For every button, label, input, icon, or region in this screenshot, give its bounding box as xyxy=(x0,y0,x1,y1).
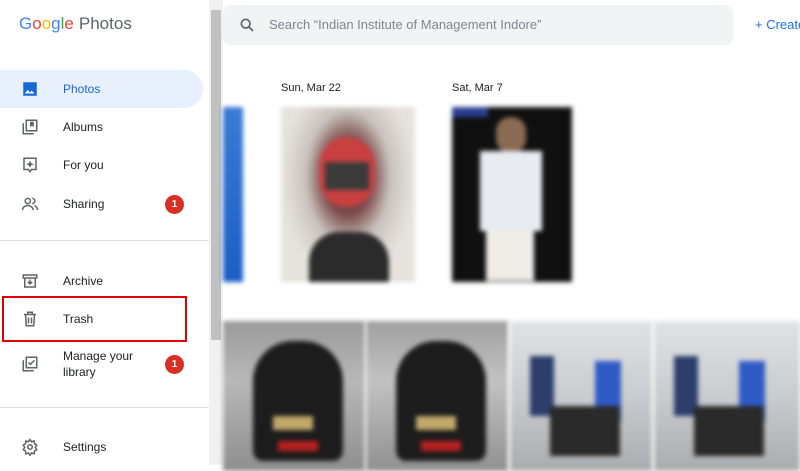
sidebar-item-label: Archive xyxy=(63,274,104,288)
logo-product-name: Photos xyxy=(78,14,132,33)
google-photos-logo[interactable]: Google Photos xyxy=(19,14,132,34)
label-line-2: library xyxy=(63,365,96,379)
create-button[interactable]: + Create xyxy=(755,17,800,32)
sharing-icon xyxy=(21,197,39,211)
sidebar-item-label: Manage your library xyxy=(63,348,133,380)
sidebar-item-label: For you xyxy=(63,158,104,172)
sidebar: Google Photos Photos Albums For you Shari… xyxy=(0,0,209,465)
photo-detail xyxy=(452,107,488,117)
photo-detail xyxy=(550,406,620,456)
divider xyxy=(0,407,209,408)
sidebar-scroll-thumb[interactable] xyxy=(211,10,221,340)
photo-thumbnail[interactable] xyxy=(281,107,415,282)
photo-detail xyxy=(309,232,389,282)
photo-detail xyxy=(694,406,764,456)
sidebar-item-label: Photos xyxy=(63,82,101,96)
photo-thumbnail[interactable] xyxy=(510,321,652,471)
faint-location-text xyxy=(228,295,231,305)
logo-letter: e xyxy=(64,14,74,33)
photo-detail xyxy=(421,441,461,451)
logo-letter: o xyxy=(32,14,42,33)
logo-letter: o xyxy=(41,14,52,33)
photo-detail xyxy=(486,231,534,281)
archive-icon xyxy=(22,274,38,288)
search-bar[interactable]: Search “Indian Institute of Management I… xyxy=(223,5,733,45)
logo-letter: G xyxy=(19,14,33,33)
date-heading: Sat, Mar 7 xyxy=(452,82,503,94)
sidebar-item-for-you[interactable]: For you xyxy=(0,146,203,184)
notification-badge: 1 xyxy=(165,194,184,214)
photo-thumbnail[interactable] xyxy=(366,321,508,471)
sidebar-item-settings[interactable]: Settings xyxy=(0,428,203,466)
divider xyxy=(0,240,209,241)
photo-detail xyxy=(496,117,526,153)
photo-thumbnail[interactable] xyxy=(452,107,572,282)
photo-thumbnail[interactable] xyxy=(223,321,365,471)
photo-detail xyxy=(278,441,318,451)
photo-icon xyxy=(23,82,37,96)
sidebar-item-archive[interactable]: Archive xyxy=(0,262,203,300)
manage-library-icon xyxy=(22,356,38,372)
photo-detail xyxy=(325,162,369,190)
logo-letter: g xyxy=(51,14,61,33)
trash-highlight-box xyxy=(2,296,187,342)
photo-thumbnail[interactable] xyxy=(654,321,800,471)
sidebar-item-photos[interactable]: Photos xyxy=(0,70,203,108)
sidebar-item-label: Albums xyxy=(63,120,104,134)
label-line-1: Manage your xyxy=(63,349,134,363)
photo-thumbnail[interactable] xyxy=(223,107,243,282)
sidebar-item-sharing[interactable]: Sharing 1 xyxy=(0,185,203,223)
photo-detail xyxy=(416,416,456,430)
sidebar-item-albums[interactable]: Albums xyxy=(0,108,203,146)
search-icon[interactable] xyxy=(239,17,255,33)
photo-detail xyxy=(480,151,542,231)
photo-detail xyxy=(273,416,313,430)
sidebar-item-manage-library[interactable]: Manage your library 1 xyxy=(0,344,203,384)
notification-badge: 1 xyxy=(165,354,184,374)
sidebar-item-label: Settings xyxy=(63,440,107,454)
settings-icon xyxy=(22,438,38,456)
search-input[interactable]: Search “Indian Institute of Management I… xyxy=(269,17,541,32)
date-heading: Sun, Mar 22 xyxy=(281,82,341,94)
for-you-icon xyxy=(23,157,37,174)
sidebar-item-label: Sharing xyxy=(63,197,105,211)
main-content: Search “Indian Institute of Management I… xyxy=(223,0,800,471)
album-icon xyxy=(22,119,38,135)
